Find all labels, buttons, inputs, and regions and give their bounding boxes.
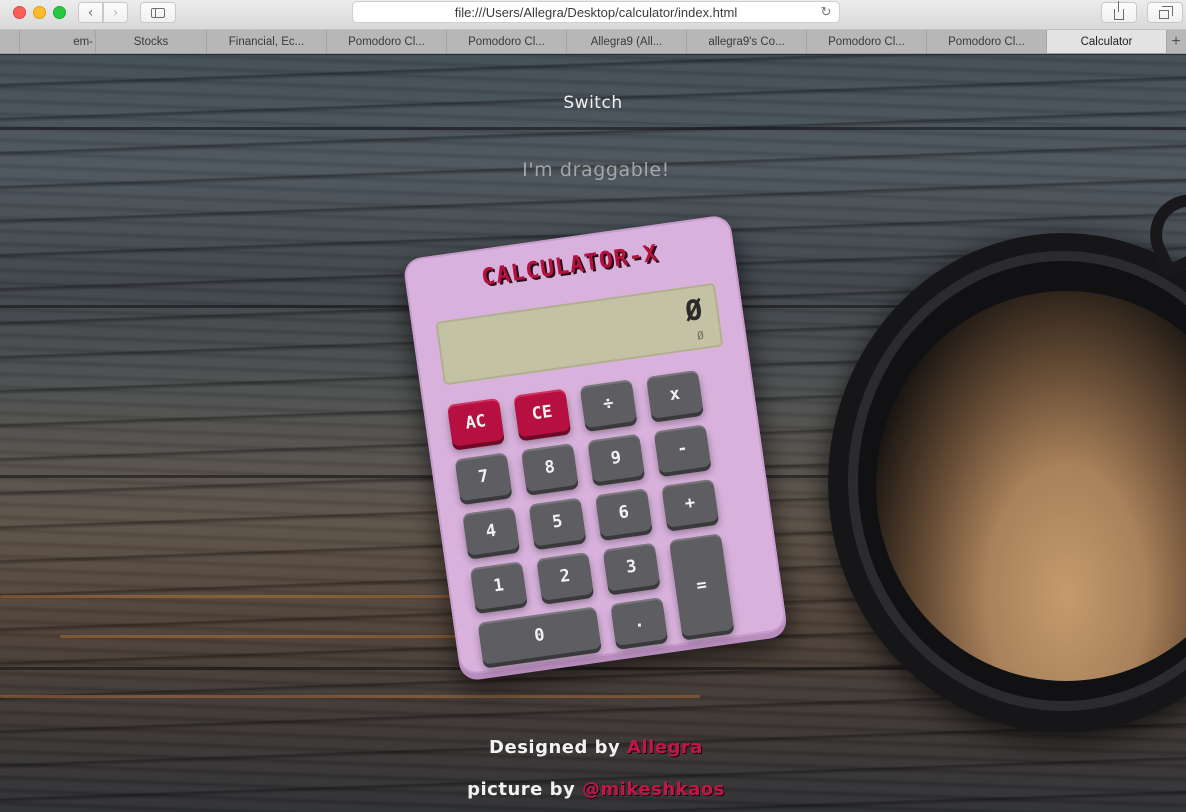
decimal-button[interactable]: . <box>610 597 668 647</box>
nine-button[interactable]: 9 <box>587 433 645 483</box>
tab-pinned[interactable] <box>0 30 20 53</box>
chevron-left-icon: ‹ <box>87 4 94 21</box>
page-viewport: Switch I'm draggable! CALCULATOR-X Ø Ø A… <box>0 55 1186 812</box>
tab-overview-icon <box>1158 5 1173 19</box>
switch-button[interactable]: Switch <box>0 93 1186 113</box>
window-minimize-button[interactable] <box>33 6 46 19</box>
tab-pomodoro-2[interactable]: Pomodoro Cl... <box>447 30 567 53</box>
tab-stocks[interactable]: Stocks <box>96 30 207 53</box>
plus-icon: + <box>1171 32 1181 50</box>
tab-bar: em- Stocks Financial, Ec... Pomodoro Cl.… <box>0 30 1186 54</box>
designer-link[interactable]: Allegra <box>627 737 703 758</box>
share-button[interactable] <box>1101 1 1137 23</box>
sidebar-toggle-button[interactable] <box>140 2 176 23</box>
tab-calculator[interactable]: Calculator <box>1047 30 1167 53</box>
wood-grain <box>0 695 700 698</box>
back-button[interactable]: ‹ <box>78 2 103 23</box>
calculator-display: Ø Ø <box>435 282 724 386</box>
ce-button[interactable]: CE <box>513 388 571 438</box>
zero-button[interactable]: 0 <box>477 606 602 665</box>
tab-allegra9[interactable]: Allegra9 (All... <box>567 30 687 53</box>
new-tab-button[interactable]: + <box>1167 30 1185 53</box>
designer-credit: Designed by Allegra <box>0 737 1186 758</box>
tab-pomodoro-1[interactable]: Pomodoro Cl... <box>327 30 447 53</box>
one-button[interactable]: 1 <box>469 561 528 611</box>
wood-grain <box>0 595 520 598</box>
wood-grain <box>60 635 520 638</box>
two-button[interactable]: 2 <box>536 552 594 601</box>
browser-toolbar: ‹ › file:///Users/Allegra/Desktop/calcul… <box>0 0 1186 30</box>
seven-button[interactable]: 7 <box>454 452 513 502</box>
photographer-link[interactable]: @mikeshkaos <box>582 779 725 800</box>
four-button[interactable]: 4 <box>462 506 520 556</box>
tab-pomodoro-3[interactable]: Pomodoro Cl... <box>807 30 927 53</box>
window-zoom-button[interactable] <box>53 6 66 19</box>
divide-button[interactable]: ÷ <box>579 379 638 429</box>
address-bar[interactable]: file:///Users/Allegra/Desktop/calculator… <box>352 1 840 23</box>
tab-overview-button[interactable] <box>1147 2 1183 23</box>
calculator[interactable]: CALCULATOR-X Ø Ø AC CE ÷ x 7 8 9 - 4 5 6… <box>402 214 788 676</box>
plus-button[interactable]: + <box>661 478 719 528</box>
tab-allegra9-codepen[interactable]: allegra9's Co... <box>687 30 807 53</box>
share-icon <box>1114 1 1124 20</box>
eight-button[interactable]: 8 <box>521 443 579 492</box>
chevron-right-icon: › <box>112 4 119 21</box>
tab-pomodoro-4[interactable]: Pomodoro Cl... <box>927 30 1047 53</box>
equals-button[interactable]: = <box>669 533 735 637</box>
ac-button[interactable]: AC <box>447 397 505 447</box>
tab-financial[interactable]: Financial, Ec... <box>207 30 327 53</box>
display-history: Ø <box>696 328 705 343</box>
wood-plank-seam <box>0 127 1186 130</box>
reload-icon[interactable]: ↻ <box>819 5 833 19</box>
tab-em[interactable]: em- <box>20 30 96 53</box>
three-button[interactable]: 3 <box>602 542 661 592</box>
display-value: Ø <box>683 292 705 328</box>
photo-credit-prefix: picture by <box>467 779 576 800</box>
six-button[interactable]: 6 <box>595 488 653 538</box>
designer-credit-prefix: Designed by <box>489 737 621 758</box>
minus-button[interactable]: - <box>653 424 712 474</box>
address-bar-url: file:///Users/Allegra/Desktop/calculator… <box>454 4 738 20</box>
sidebar-icon <box>151 7 165 18</box>
window-close-button[interactable] <box>13 6 26 19</box>
forward-button[interactable]: › <box>103 2 128 23</box>
five-button[interactable]: 5 <box>528 497 587 547</box>
photo-credit: picture by @mikeshkaos <box>0 779 1186 800</box>
multiply-button[interactable]: x <box>646 369 704 419</box>
draggable-hint: I'm draggable! <box>522 159 670 181</box>
